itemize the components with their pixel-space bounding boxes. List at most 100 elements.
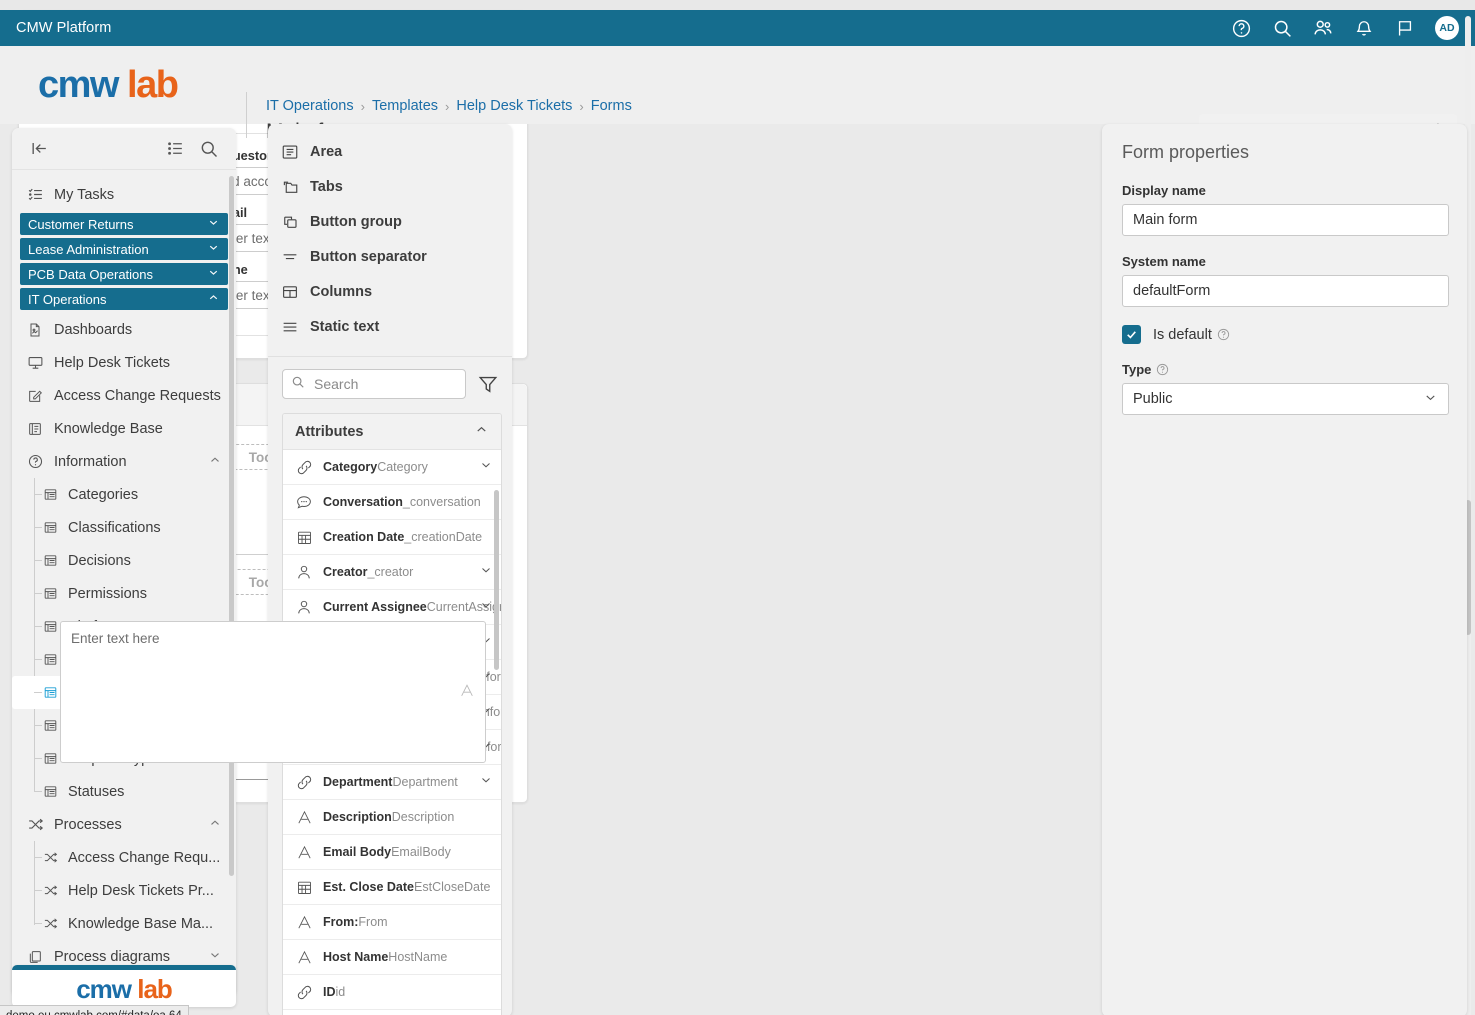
attribute-row[interactable]: Current AssigneeCurrentAssignee — [283, 590, 501, 625]
search-input-wrapper[interactable] — [282, 369, 466, 399]
breadcrumb-item-help-desk-tickets[interactable]: Help Desk Tickets — [456, 98, 572, 114]
component-palette: Area Tabs Button group Button separator … — [268, 124, 512, 1015]
text-icon — [294, 809, 314, 826]
list-table-icon — [42, 717, 59, 734]
breadcrumb-item-templates[interactable]: Templates — [372, 98, 438, 114]
attribute-system-name: _creator — [367, 565, 413, 579]
search-icon[interactable] — [198, 138, 220, 160]
chevron-down-icon[interactable] — [479, 563, 493, 582]
sidebar-item-access-change-requests[interactable]: Access Change Requests — [12, 379, 236, 412]
sidebar-item-my-tasks[interactable]: My Tasks — [12, 178, 236, 211]
attribute-row[interactable]: DepartmentDepartment — [283, 765, 501, 800]
attributes-header[interactable]: Attributes — [283, 414, 501, 450]
chevron-down-icon — [208, 948, 222, 966]
type-select[interactable]: Public — [1122, 383, 1449, 415]
sidebar-item-dashboards[interactable]: Dashboards — [12, 313, 236, 346]
list-icon[interactable] — [164, 138, 186, 160]
sidebar-item-knowledge-base[interactable]: Knowledge Base — [12, 412, 236, 445]
sidebar-section-processes[interactable]: Processes — [12, 808, 236, 841]
button-separator-icon — [280, 247, 300, 267]
attribute-name: Email Body — [323, 845, 391, 859]
attribute-system-name: Description — [392, 810, 455, 824]
header-divider — [246, 92, 247, 138]
sidebar-item-help-desk-tickets-process[interactable]: Help Desk Tickets Pr... — [12, 874, 236, 907]
chevron-up-icon — [208, 816, 222, 834]
attribute-row[interactable]: IP Address — [283, 1010, 501, 1015]
palette-item-area[interactable]: Area — [268, 134, 512, 169]
chevron-down-icon[interactable] — [479, 773, 493, 792]
attributes-scrollbar[interactable] — [494, 490, 499, 670]
sidebar-item-help-desk-tickets[interactable]: Help Desk Tickets — [12, 346, 236, 379]
top-bar: CMW Platform AD — [0, 10, 1475, 46]
help-icon[interactable] — [1156, 363, 1169, 376]
palette-item-button-separator[interactable]: Button separator — [268, 239, 512, 274]
bell-icon[interactable] — [1353, 17, 1375, 39]
sidebar-group-customer-returns[interactable]: Customer Returns — [20, 213, 228, 235]
sidebar-group-label: Lease Administration — [28, 242, 149, 257]
sidebar-group-it-operations[interactable]: IT Operations — [20, 288, 228, 310]
chevron-down-icon — [1423, 390, 1438, 409]
sidebar-item-decisions[interactable]: Decisions — [12, 544, 236, 577]
list-table-icon — [42, 618, 59, 635]
breadcrumb-item-forms[interactable]: Forms — [591, 98, 632, 114]
chevron-down-icon[interactable] — [479, 458, 493, 477]
attribute-name: Creator — [323, 565, 367, 579]
sidebar-footer-logo: cmw lab — [12, 965, 236, 1007]
search-icon — [291, 375, 305, 394]
sidebar-group-lease-administration[interactable]: Lease Administration — [20, 238, 228, 260]
attribute-row[interactable]: Creator_creator — [283, 555, 501, 590]
attribute-row[interactable]: Host NameHostName — [283, 940, 501, 975]
breadcrumb-item-it-operations[interactable]: IT Operations — [266, 98, 354, 114]
chevron-up-icon — [474, 422, 489, 441]
description-textarea[interactable]: Enter text here — [60, 621, 486, 763]
attribute-system-name: HostName — [388, 950, 447, 964]
list-table-icon — [42, 552, 59, 569]
system-name-field[interactable]: defaultForm — [1122, 275, 1449, 307]
sidebar-item-access-change-requests-process[interactable]: Access Change Requ... — [12, 841, 236, 874]
palette-item-columns[interactable]: Columns — [268, 274, 512, 309]
attribute-row[interactable]: IDid — [283, 975, 501, 1010]
sidebar-item-categories[interactable]: Categories — [12, 478, 236, 511]
chevron-up-icon — [208, 453, 222, 471]
collapse-icon[interactable] — [28, 138, 50, 160]
palette-item-button-group[interactable]: Button group — [268, 204, 512, 239]
attribute-system-name: _creationDate — [404, 530, 482, 544]
nav-sub-label: Categories — [68, 487, 138, 503]
search-input[interactable] — [312, 375, 457, 393]
breadcrumb-separator: › — [361, 99, 365, 114]
sidebar-item-permissions[interactable]: Permissions — [12, 577, 236, 610]
list-table-icon — [42, 486, 59, 503]
attribute-row[interactable]: From:From — [283, 905, 501, 940]
help-icon[interactable] — [1217, 328, 1230, 341]
sidebar-section-information[interactable]: Information — [12, 445, 236, 478]
help-icon[interactable] — [1230, 17, 1252, 39]
breadcrumb: IT Operations › Templates › Help Desk Ti… — [266, 98, 632, 114]
funnel-icon[interactable] — [476, 372, 500, 396]
attribute-row[interactable]: DescriptionDescription — [283, 800, 501, 835]
attribute-row[interactable]: Est. Close DateEstCloseDate — [283, 870, 501, 905]
attribute-row[interactable]: Conversation_conversation — [283, 485, 501, 520]
attribute-system-name: Department — [392, 775, 457, 789]
people-icon[interactable] — [1312, 17, 1334, 39]
sidebar-group-pcb-data-operations[interactable]: PCB Data Operations — [20, 263, 228, 285]
chevron-down-icon[interactable] — [479, 598, 493, 617]
attribute-row[interactable]: Email BodyEmailBody — [283, 835, 501, 870]
is-default-checkbox[interactable] — [1122, 325, 1141, 344]
sidebar-item-classifications[interactable]: Classifications — [12, 511, 236, 544]
sidebar-item-statuses[interactable]: Statuses — [12, 775, 236, 808]
is-default-label: Is default — [1153, 327, 1230, 343]
palette-item-tabs[interactable]: Tabs — [268, 169, 512, 204]
attribute-row[interactable]: CategoryCategory — [283, 450, 501, 485]
attribute-system-name: _conversation — [403, 495, 481, 509]
logo-lab-text: lab — [127, 64, 177, 106]
palette-item-static-text[interactable]: Static text — [268, 309, 512, 344]
static-text-icon — [280, 317, 300, 337]
sidebar-item-knowledge-base-process[interactable]: Knowledge Base Ma... — [12, 907, 236, 940]
flag-icon[interactable] — [1394, 17, 1416, 39]
search-icon[interactable] — [1271, 17, 1293, 39]
avatar[interactable]: AD — [1435, 16, 1459, 40]
display-name-field[interactable]: Main form — [1122, 204, 1449, 236]
pencil-icon — [26, 387, 44, 405]
attribute-row[interactable]: Creation Date_creationDate — [283, 520, 501, 555]
sidebar-body: My Tasks Customer Returns Lease Administ… — [12, 170, 236, 996]
